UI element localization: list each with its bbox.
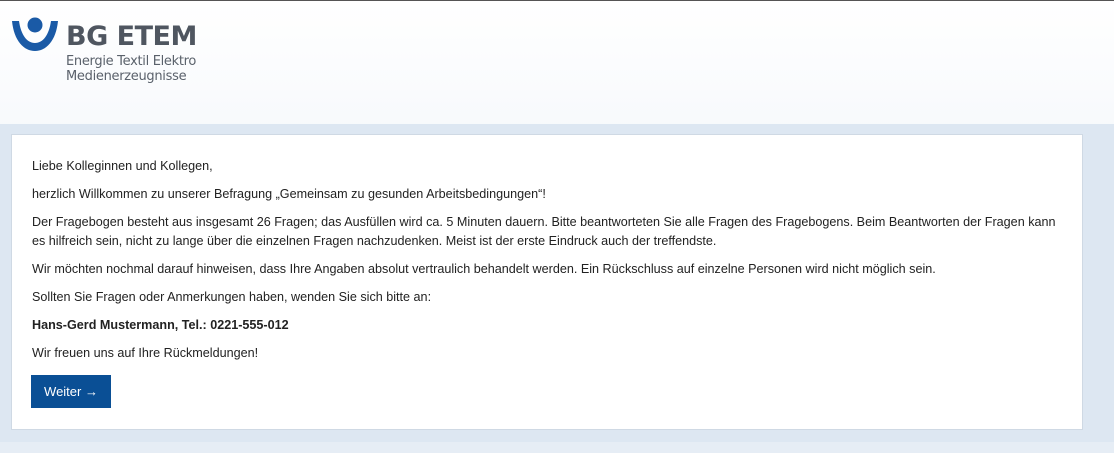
closing-text: Wir freuen uns auf Ihre Rückmeldungen! (32, 346, 259, 360)
header: BG ETEM Energie Textil Elektro Medienerz… (0, 1, 1114, 123)
contact-prompt-text: Sollten Sie Fragen oder Anmerkungen habe… (32, 290, 432, 304)
content-wrapper: Liebe Kolleginnen und Kollegen, herzlich… (0, 124, 1114, 442)
confidentiality-text: Wir möchten nochmal darauf hinweisen, da… (32, 262, 936, 276)
logo-subtitle: Energie Textil Elektro Medienerzeugnisse (66, 54, 197, 84)
logo-title: BG ETEM (66, 21, 197, 52)
contact-person: Hans-Gerd Mustermann, Tel.: 0221-555-012 (32, 318, 289, 332)
instructions-text: Der Fragebogen besteht aus insgesamt 26 … (32, 215, 1056, 248)
intro-text: Liebe Kolleginnen und Kollegen, herzlich… (32, 157, 1062, 372)
greeting-text: Liebe Kolleginnen und Kollegen, (32, 159, 213, 173)
bg-etem-logo-mark-icon (12, 17, 58, 51)
bottom-strip (0, 442, 1114, 453)
welcome-text: herzlich Willkommen zu unserer Befragung… (32, 187, 546, 201)
next-button[interactable]: Weiter → (31, 375, 111, 408)
logo-subtitle-line-2: Medienerzeugnisse (66, 68, 187, 84)
brand-logo: BG ETEM Energie Textil Elektro Medienerz… (10, 15, 210, 95)
page: BG ETEM Energie Textil Elektro Medienerz… (0, 0, 1114, 453)
intro-card: Liebe Kolleginnen und Kollegen, herzlich… (11, 134, 1083, 430)
logo-subtitle-line-1: Energie Textil Elektro (66, 54, 197, 69)
